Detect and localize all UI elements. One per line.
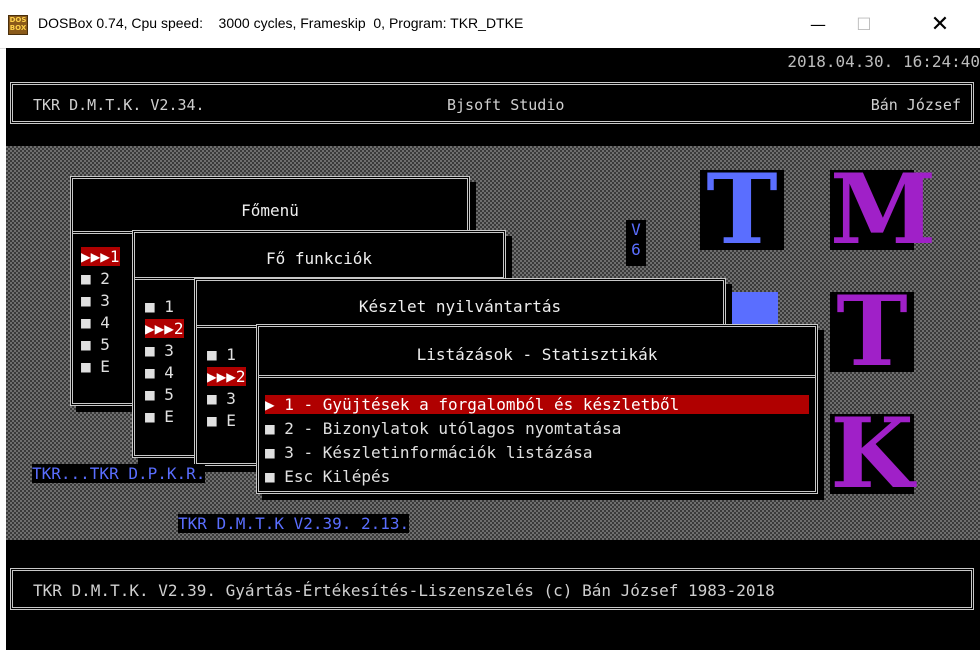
dos-screen: 2018.04.30. 16:24:40 TKR D.M.T.K. V2.34.… xyxy=(6,48,980,650)
logo-partial-block xyxy=(724,292,778,328)
maximize-button[interactable]: ☐ xyxy=(842,8,886,42)
header-bar: TKR D.M.T.K. V2.34. Bjsoft Studio Bán Jó… xyxy=(10,82,974,124)
fofunkciok-item-4[interactable]: ■ 4 xyxy=(145,363,174,382)
keszlet-item-1[interactable]: ■ 1 xyxy=(207,345,236,364)
fomenu-item-3[interactable]: ■ 3 xyxy=(81,291,110,310)
blue-label-dpkr: TKR...TKR D.P.K.R. xyxy=(32,464,206,483)
keszlet-item-exit[interactable]: ■ E xyxy=(207,411,236,430)
close-button[interactable]: ✕ xyxy=(918,8,962,42)
listazasok-item-2[interactable]: ■ 2 - Bizonylatok utólagos nyomtatása xyxy=(265,419,621,438)
listazasok-window: Listázások - Statisztikák ▶ 1 - Gyüjtése… xyxy=(256,324,818,494)
header-author: Bán József xyxy=(870,96,961,114)
dosbox-icon: DOS BOX xyxy=(8,15,28,35)
fomenu-item-5[interactable]: ■ 5 xyxy=(81,335,110,354)
minimize-button[interactable]: — xyxy=(796,8,840,42)
fomenu-item-exit[interactable]: ■ E xyxy=(81,357,110,376)
fomenu-item-1[interactable]: ▶▶▶1 xyxy=(81,247,120,266)
listazasok-item-exit[interactable]: ■ Esc Kilépés xyxy=(265,467,390,486)
fofunkciok-item-2[interactable]: ▶▶▶2 xyxy=(145,319,184,338)
logo-letter-m: M xyxy=(830,153,937,266)
header-program: TKR D.M.T.K. V2.34. xyxy=(33,96,205,114)
keszlet-item-3[interactable]: ■ 3 xyxy=(207,389,236,408)
divider xyxy=(259,375,815,378)
keszlet-title: Készlet nyilvántartás xyxy=(358,297,562,316)
listazasok-item-1[interactable]: ▶ 1 - Gyüjtések a forgalomból és készlet… xyxy=(265,395,809,414)
logo-letter-t2: T xyxy=(830,284,914,380)
fofunkciok-item-1[interactable]: ■ 1 xyxy=(145,297,174,316)
version-badge: V6 xyxy=(626,220,646,266)
title-bar: DOS BOX DOSBox 0.74, Cpu speed: 3000 cyc… xyxy=(0,0,980,49)
clock: 2018.04.30. 16:24:40 xyxy=(787,52,980,71)
fofunkciok-item-exit[interactable]: ■ E xyxy=(145,407,174,426)
logo-letter-k: K xyxy=(830,397,914,510)
logo-letter-t1: T xyxy=(700,162,784,258)
fomenu-item-2[interactable]: ■ 2 xyxy=(81,269,110,288)
fomenu-item-4[interactable]: ■ 4 xyxy=(81,313,110,332)
fofunkciok-title: Fő funkciók xyxy=(266,249,372,268)
fofunkciok-item-3[interactable]: ■ 3 xyxy=(145,341,174,360)
window-title: DOSBox 0.74, Cpu speed: 3000 cycles, Fra… xyxy=(38,15,524,31)
listazasok-item-3[interactable]: ■ 3 - Készletinformációk listázása xyxy=(265,443,593,462)
header-studio: Bjsoft Studio xyxy=(447,96,565,114)
listazasok-title: Listázások - Statisztikák xyxy=(416,345,658,364)
footer-text: TKR D.M.T.K. V2.39. Gyártás-Értékesítés-… xyxy=(33,581,775,600)
fomenu-title: Főmenü xyxy=(241,201,299,220)
fofunkciok-item-5[interactable]: ■ 5 xyxy=(145,385,174,404)
keszlet-item-2[interactable]: ▶▶▶2 xyxy=(207,367,246,386)
footer-bar: TKR D.M.T.K. V2.39. Gyártás-Értékesítés-… xyxy=(10,568,974,610)
blue-label-version: TKR D.M.T.K V2.39. 2.13. xyxy=(178,514,410,533)
